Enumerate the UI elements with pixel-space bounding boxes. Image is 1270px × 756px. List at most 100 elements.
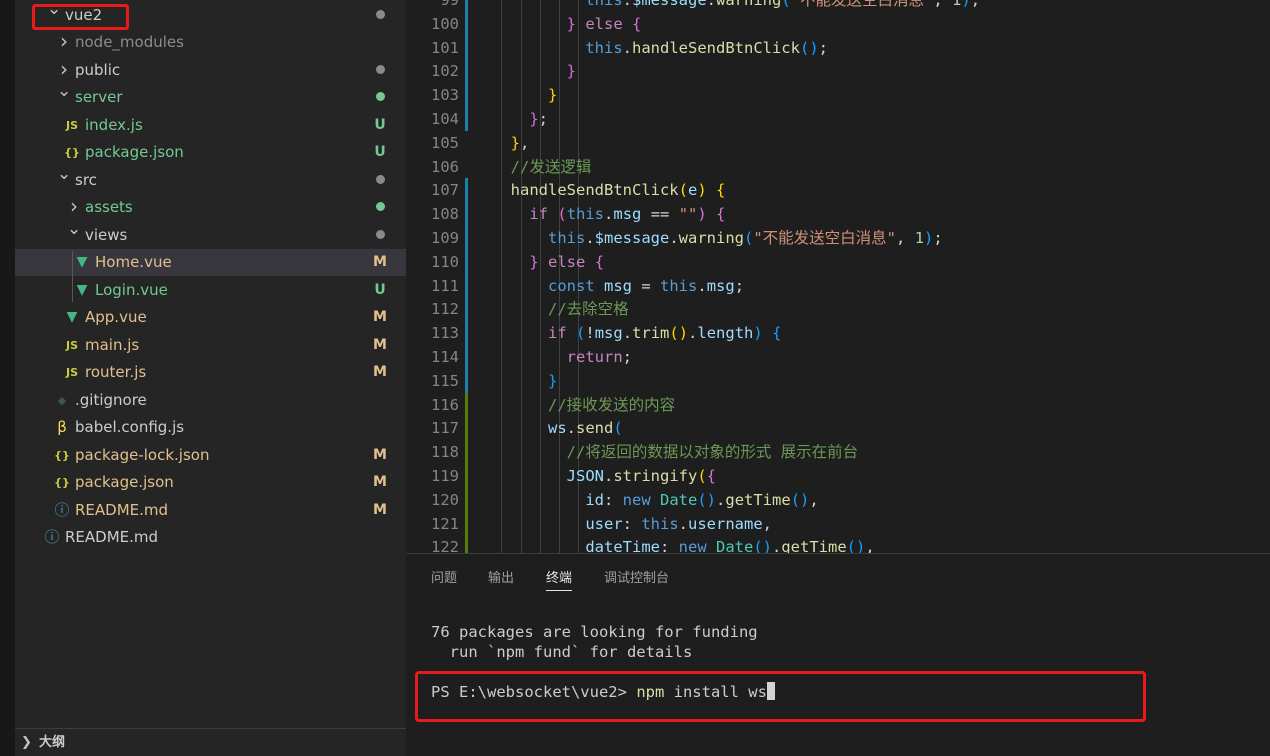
- code-line[interactable]: 118 //将返回的数据以对象的形式 展示在前台: [406, 440, 1270, 465]
- code-line[interactable]: 114 return;: [406, 345, 1270, 369]
- git-gutter-marker: [465, 345, 468, 369]
- code-token: (): [799, 38, 819, 57]
- tree-file-readme-md[interactable]: ⓘ README.md M: [15, 497, 406, 524]
- line-number: 101: [431, 38, 459, 57]
- tree-file-gitignore[interactable]: ◆ .gitignore: [15, 387, 406, 414]
- line-number: 106: [431, 157, 459, 176]
- code-token: =: [632, 276, 661, 295]
- git-change-dot: [376, 229, 385, 239]
- code-line[interactable]: 116 //接收发送的内容: [406, 392, 1270, 417]
- code-token: send: [576, 419, 614, 438]
- tree-file-babel-config-js[interactable]: β babel.config.js: [15, 414, 406, 441]
- code-line[interactable]: 99 this.$message.warning("不能发送空白消息", 1);: [406, 0, 1270, 12]
- git-change-dot: [376, 174, 385, 184]
- code-token: //发送逻辑: [510, 157, 592, 176]
- line-number: 117: [431, 419, 459, 438]
- code-text: } else {: [492, 250, 604, 274]
- git-status-badge: M: [373, 446, 387, 463]
- tree-item-label: node_modules: [75, 33, 184, 51]
- code-line[interactable]: 121 user: this.username,: [406, 511, 1270, 536]
- tree-folder-public[interactable]: › public: [15, 57, 406, 84]
- code-text: if (this.msg == "") {: [492, 202, 725, 226]
- code-line[interactable]: 110 } else {: [406, 249, 1270, 274]
- tree-file-package-json[interactable]: {} package.json M: [15, 469, 406, 496]
- explorer-sidebar: ⌄ vue2 › node_modules › public ⌄ server JS index.…: [0, 0, 406, 756]
- tree-item-label: server: [75, 88, 123, 106]
- code-line[interactable]: 103 }: [406, 83, 1270, 108]
- code-line[interactable]: 109 this.$message.warning("不能发送空白消息", 1)…: [406, 226, 1270, 250]
- code-token: Date: [716, 538, 754, 553]
- tree-file-package-lock-json[interactable]: {} package-lock.json M: [15, 442, 406, 469]
- code-line[interactable]: 120 id: new Date().getTime(),: [406, 487, 1270, 512]
- code-line[interactable]: 122 dateTime: new Date().getTime(),: [406, 535, 1270, 553]
- vue-file-icon: ▼: [76, 254, 88, 270]
- code-token: !: [585, 324, 595, 343]
- code-line[interactable]: 113 if (!msg.trim().length) {: [406, 321, 1270, 346]
- code-line[interactable]: 112 //去除空格: [406, 297, 1270, 322]
- code-line[interactable]: 104 };: [406, 107, 1270, 131]
- code-line[interactable]: 117 ws.send(: [406, 416, 1270, 441]
- git-status-badge: M: [373, 474, 387, 490]
- tree-file-app-vue[interactable]: ▼ App.vue M: [15, 304, 406, 331]
- panel-tab-0[interactable]: 问题: [431, 568, 457, 590]
- code-line[interactable]: 115 }: [406, 368, 1270, 393]
- git-gutter-marker: [465, 297, 468, 322]
- panel-tab-1[interactable]: 输出: [488, 568, 514, 590]
- outline-section-header[interactable]: ❯ 大纲: [15, 728, 406, 756]
- tree-folder-server[interactable]: ⌄ server: [15, 81, 406, 111]
- tree-item-label: public: [75, 60, 121, 79]
- tree-folder-src[interactable]: ⌄ src: [15, 164, 406, 194]
- code-token: ,: [809, 490, 819, 509]
- code-editor[interactable]: 99 this.$message.warning("不能发送空白消息", 1);…: [406, 0, 1270, 553]
- tree-file-index-js[interactable]: JS index.js U: [15, 112, 406, 139]
- code-token: .: [678, 514, 688, 533]
- code-line[interactable]: 119 JSON.stringify({: [406, 464, 1270, 488]
- git-gutter-marker: [465, 59, 468, 84]
- tree-folder-views[interactable]: ⌄ views: [15, 219, 406, 249]
- tree-item-label: package.json: [85, 143, 184, 161]
- code-token: ): [924, 229, 934, 247]
- info-file-icon: ⓘ: [54, 500, 70, 519]
- bottom-panel: 问题 输出 终端 调试控制台 76 packages are looking for …: [406, 553, 1270, 756]
- code-token: dateTime: [585, 538, 660, 553]
- code-line[interactable]: 105 },: [406, 131, 1270, 155]
- code-token: :: [604, 490, 623, 509]
- panel-tab-2[interactable]: 终端: [546, 568, 573, 591]
- git-gutter-marker: [465, 249, 468, 274]
- code-line[interactable]: 101 this.handleSendBtnClick();: [406, 35, 1270, 60]
- git-status-badge: M: [373, 364, 387, 380]
- tree-file-router-js[interactable]: JS router.js M: [15, 359, 406, 386]
- tree-file-package-json[interactable]: {} package.json U: [15, 139, 406, 166]
- code-line[interactable]: 102 }: [406, 59, 1270, 84]
- tree-file-login-vue[interactable]: ▼ Login.vue U: [15, 277, 406, 304]
- code-token: this: [585, 38, 623, 57]
- code-token: }: [529, 252, 539, 271]
- code-line[interactable]: 100 } else {: [406, 11, 1270, 36]
- tree-file-home-vue[interactable]: ▼ Home.vue M: [15, 249, 406, 276]
- terminal-line: run `npm fund` for details: [431, 643, 693, 661]
- code-token: (): [790, 490, 810, 509]
- code-token: this: [585, 0, 623, 9]
- code-line[interactable]: 106 //发送逻辑: [406, 155, 1270, 179]
- code-token: new: [622, 490, 651, 509]
- code-token: }: [510, 133, 521, 152]
- code-token: .: [622, 38, 632, 57]
- panel-tab-3[interactable]: 调试控制台: [604, 568, 669, 590]
- tree-file-main-js[interactable]: JS main.js M: [15, 332, 406, 359]
- code-token: .: [566, 419, 577, 438]
- git-gutter-marker: [465, 464, 468, 488]
- code-line[interactable]: 108 if (this.msg == "") {: [406, 202, 1270, 227]
- code-line[interactable]: 107 handleSendBtnClick(e) {: [406, 178, 1270, 203]
- tree-folder-node-modules[interactable]: › node_modules: [15, 29, 406, 56]
- code-token: {: [716, 181, 726, 200]
- git-status-badge: U: [374, 144, 386, 160]
- terminal-line: 76 packages are looking for funding: [431, 623, 758, 641]
- code-line[interactable]: 111 const msg = this.msg;: [406, 273, 1270, 298]
- tree-file-readme-md[interactable]: ⓘ README.md: [15, 524, 406, 551]
- code-token: if: [548, 324, 567, 343]
